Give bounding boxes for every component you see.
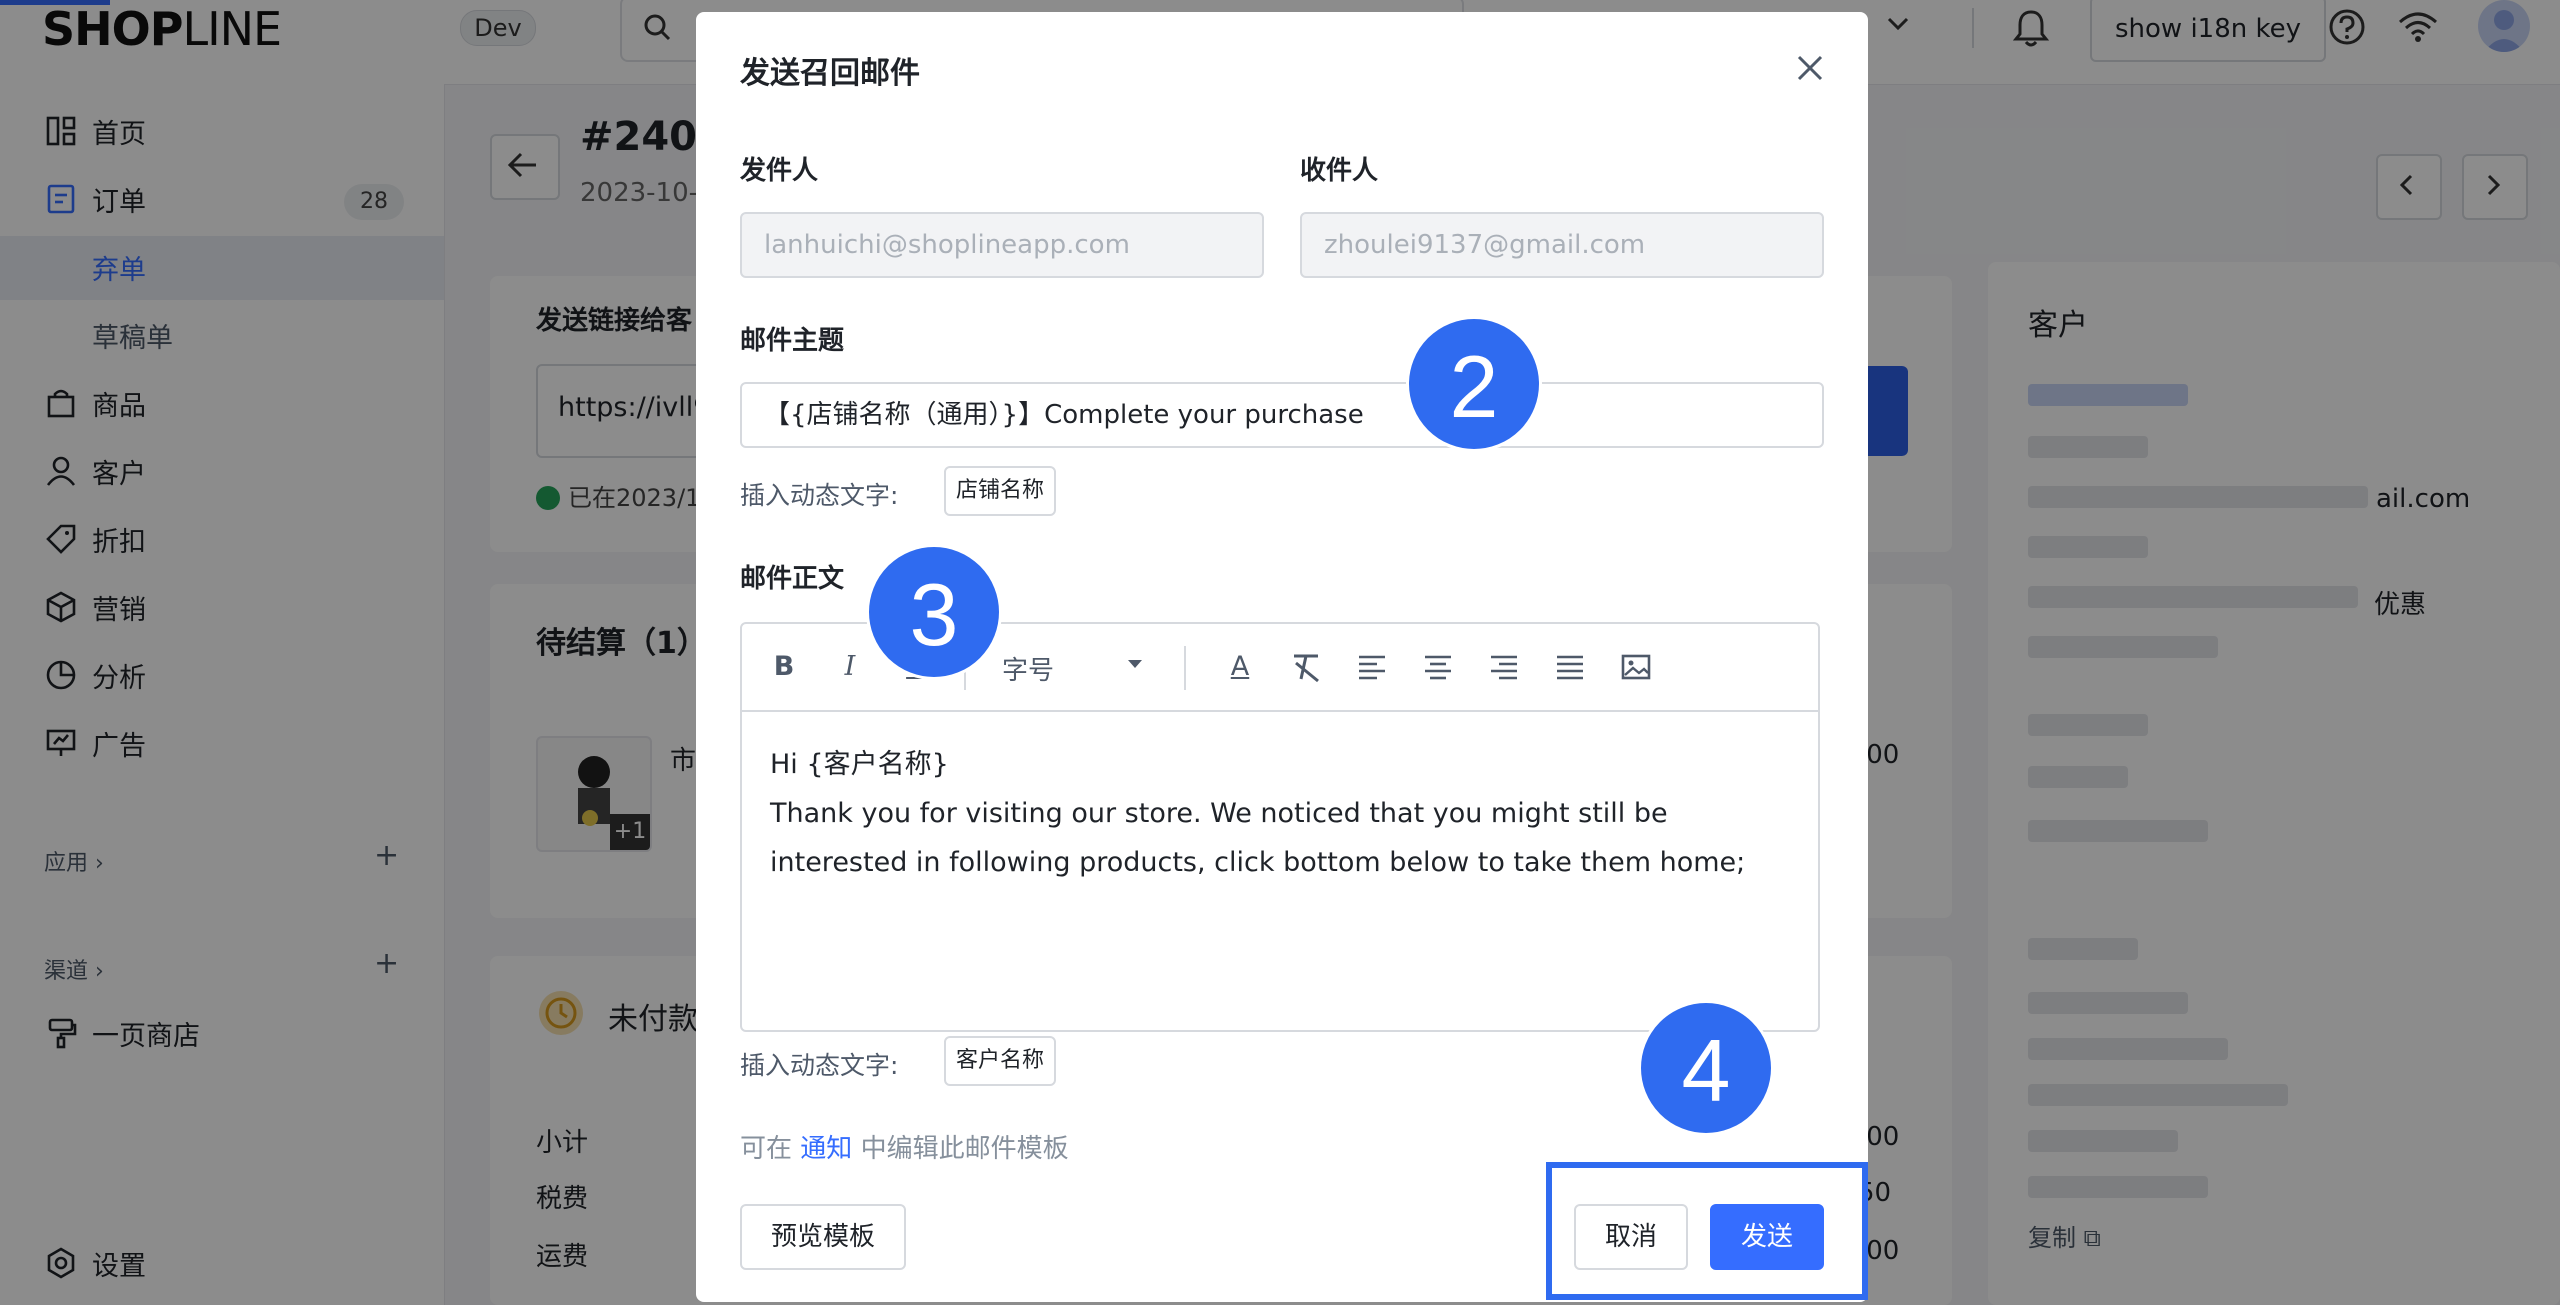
- email-body-editor: B I U 字号 A Hi {客户名称} Thank you for visit…: [740, 622, 1820, 1032]
- template-hint: 可在 通知 中编辑此邮件模板: [740, 1128, 1069, 1165]
- template-hint-suffix: 中编辑此邮件模板: [860, 1134, 1069, 1164]
- email-body-content[interactable]: Hi {客户名称} Thank you for visiting our sto…: [770, 740, 1790, 887]
- image-icon[interactable]: [1618, 649, 1654, 685]
- recipient-label: 收件人: [1300, 156, 1379, 186]
- font-color-icon[interactable]: A: [1222, 649, 1258, 685]
- align-left-icon[interactable]: [1354, 649, 1390, 685]
- insert-dynamic-label: 插入动态文字:: [740, 481, 899, 510]
- body-greeting: Hi {客户名称}: [770, 749, 949, 780]
- modal-title: 发送召回邮件: [740, 56, 920, 91]
- italic-icon[interactable]: I: [832, 649, 868, 685]
- close-icon[interactable]: [1796, 54, 1824, 82]
- sender-label: 发件人: [740, 156, 819, 186]
- step-badge-3: 3: [866, 544, 1002, 680]
- subject-input[interactable]: 【{店铺名称（通用）}】Complete your purchase: [740, 382, 1824, 448]
- toolbar-separator: [1184, 646, 1186, 690]
- step-badge-2: 2: [1406, 316, 1542, 452]
- insert-customer-name-tag[interactable]: 客户名称: [944, 1036, 1057, 1086]
- align-right-icon[interactable]: [1486, 649, 1522, 685]
- bold-icon[interactable]: B: [766, 649, 802, 685]
- template-hint-prefix: 可在: [740, 1134, 793, 1164]
- insert-store-name-tag[interactable]: 店铺名称: [944, 466, 1057, 516]
- action-buttons-highlight: [1546, 1162, 1868, 1300]
- recipient-field: zhoulei9137@gmail.com: [1300, 212, 1824, 278]
- font-size-placeholder: 字号: [1002, 656, 1055, 686]
- font-size-select[interactable]: 字号: [1002, 650, 1152, 687]
- body-paragraph: Thank you for visiting our store. We not…: [770, 798, 1746, 878]
- align-center-icon[interactable]: [1420, 649, 1456, 685]
- preview-template-button[interactable]: 预览模板: [740, 1204, 906, 1270]
- clear-format-icon[interactable]: [1288, 649, 1324, 685]
- notification-link[interactable]: 通知: [800, 1134, 852, 1164]
- sender-field: lanhuichi@shoplineapp.com: [740, 212, 1264, 278]
- subject-label: 邮件主题: [740, 326, 845, 356]
- insert-dynamic-label: 插入动态文字:: [740, 1051, 899, 1080]
- step-badge-4: 4: [1638, 1000, 1774, 1136]
- align-justify-icon[interactable]: [1552, 649, 1588, 685]
- caret-down-icon: [1128, 660, 1142, 668]
- body-label: 邮件正文: [740, 564, 845, 594]
